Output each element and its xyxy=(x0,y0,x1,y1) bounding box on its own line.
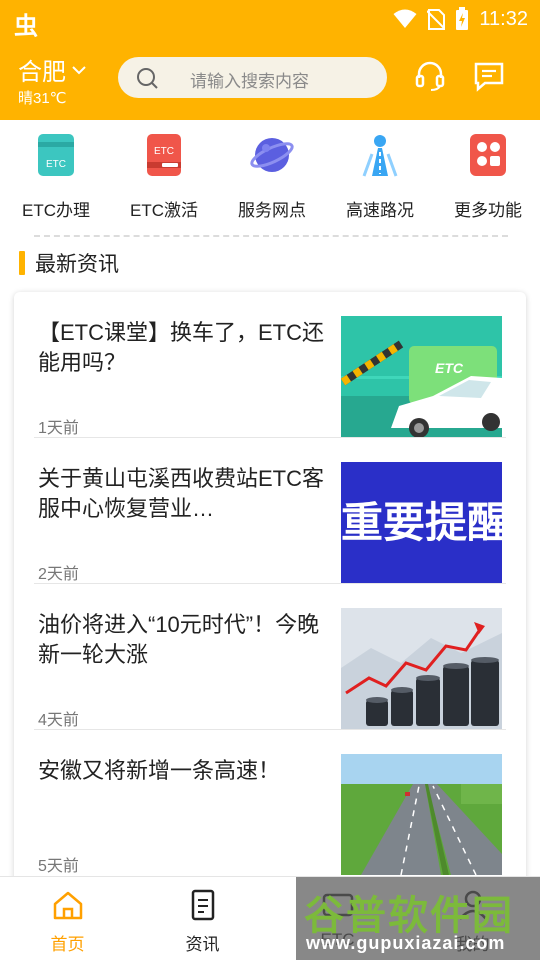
battery-icon xyxy=(456,7,469,30)
quick-label: ETC办理 xyxy=(22,201,90,220)
no-sim-icon xyxy=(427,9,446,30)
oil-price-image xyxy=(341,608,502,729)
home-icon xyxy=(53,891,82,920)
section-title-text: 最新资讯 xyxy=(35,253,119,276)
section-title: 最新资讯 xyxy=(19,248,119,278)
section-marker xyxy=(19,251,25,275)
quick-etc-apply[interactable]: ETC ETC办理 xyxy=(2,132,110,221)
svg-text:ETC: ETC xyxy=(46,159,66,170)
planet-icon xyxy=(250,138,294,172)
city-name: 合肥 xyxy=(18,59,66,86)
svg-text:ETC: ETC xyxy=(154,146,174,157)
nav-label: 资讯 xyxy=(185,935,220,954)
quick-highway-status[interactable]: 高速路况 xyxy=(326,132,434,221)
quick-label: ETC激活 xyxy=(130,201,198,220)
watermark-url: www.gupuxiazai.com xyxy=(306,933,506,953)
news-time: 4天前 xyxy=(38,712,79,729)
etc-activate-icon: ETC xyxy=(147,134,181,176)
quick-label: 更多功能 xyxy=(454,201,522,220)
more-grid-icon xyxy=(470,134,506,176)
search-icon xyxy=(137,68,158,89)
status-time: 11:32 xyxy=(479,7,528,30)
weather-text: 晴31℃ xyxy=(18,90,67,107)
news-time: 2天前 xyxy=(38,566,79,583)
search-placeholder: 请输入搜索内容 xyxy=(190,72,309,91)
search-box[interactable]: 请输入搜索内容 xyxy=(118,57,387,98)
app-header: 合肥 晴31℃ 请输入搜索内容 xyxy=(0,38,540,120)
status-indicators: 11:32 xyxy=(393,7,528,31)
nav-label: 首页 xyxy=(50,935,85,954)
quick-label: 服务网点 xyxy=(238,201,306,220)
news-item[interactable]: 关于黄山屯溪西收费站ETC客服中心恢复营业… 2天前 重要提醒 xyxy=(14,438,526,584)
quick-label: 高速路况 xyxy=(346,201,414,220)
news-title: 关于黄山屯溪西收费站ETC客服中心恢复营业… xyxy=(38,466,325,521)
etc-card-icon: ETC xyxy=(38,134,74,176)
quick-actions: ETC ETC办理 ETC ETC激活 服务网点 高速路况 更多功能 xyxy=(0,120,540,224)
watermark: 谷普软件园 www.gupuxiazai.com xyxy=(296,877,540,960)
news-title: 安徽又将新增一条高速！ xyxy=(38,758,281,783)
status-bar: 虫 11:32 xyxy=(0,0,540,40)
divider xyxy=(34,235,508,237)
city-selector[interactable]: 合肥 xyxy=(18,52,86,87)
news-icon xyxy=(191,889,214,921)
quick-more-functions[interactable]: 更多功能 xyxy=(434,132,540,221)
news-item[interactable]: 安徽又将新增一条高速！ 5天前 xyxy=(14,730,526,876)
news-item[interactable]: 【ETC课堂】换车了，ETC还能用吗？ 1天前 ETC xyxy=(14,292,526,438)
wifi-icon xyxy=(393,9,417,28)
news-time: 1天前 xyxy=(38,420,79,437)
headset-icon[interactable] xyxy=(414,60,446,92)
etc-car-image: ETC xyxy=(341,316,502,437)
news-title: 【ETC课堂】换车了，ETC还能用吗？ xyxy=(38,320,325,375)
svg-text:ETC: ETC xyxy=(435,360,464,376)
highway-photo-image xyxy=(341,754,502,875)
nav-home[interactable]: 首页 xyxy=(0,889,135,955)
news-item[interactable]: 油价将进入“10元时代”！今晚新一轮大涨 4天前 xyxy=(14,584,526,730)
news-list: 【ETC课堂】换车了，ETC还能用吗？ 1天前 ETC 关于黄山屯溪西收费站ET… xyxy=(14,292,526,892)
svg-text:重要提醒: 重要提醒 xyxy=(341,498,502,547)
quick-etc-activate[interactable]: ETC ETC激活 xyxy=(110,132,218,221)
message-icon[interactable] xyxy=(473,60,505,92)
news-time: 5天前 xyxy=(38,858,79,875)
news-title: 油价将进入“10元时代”！今晚新一轮大涨 xyxy=(38,612,320,667)
chevron-down-icon xyxy=(72,65,86,74)
nav-news[interactable]: 资讯 xyxy=(135,889,270,955)
quick-service-points[interactable]: 服务网点 xyxy=(218,132,326,221)
highway-icon xyxy=(362,135,398,177)
important-notice-image: 重要提醒 xyxy=(341,462,502,583)
app-notification-icon: 虫 xyxy=(14,12,38,40)
